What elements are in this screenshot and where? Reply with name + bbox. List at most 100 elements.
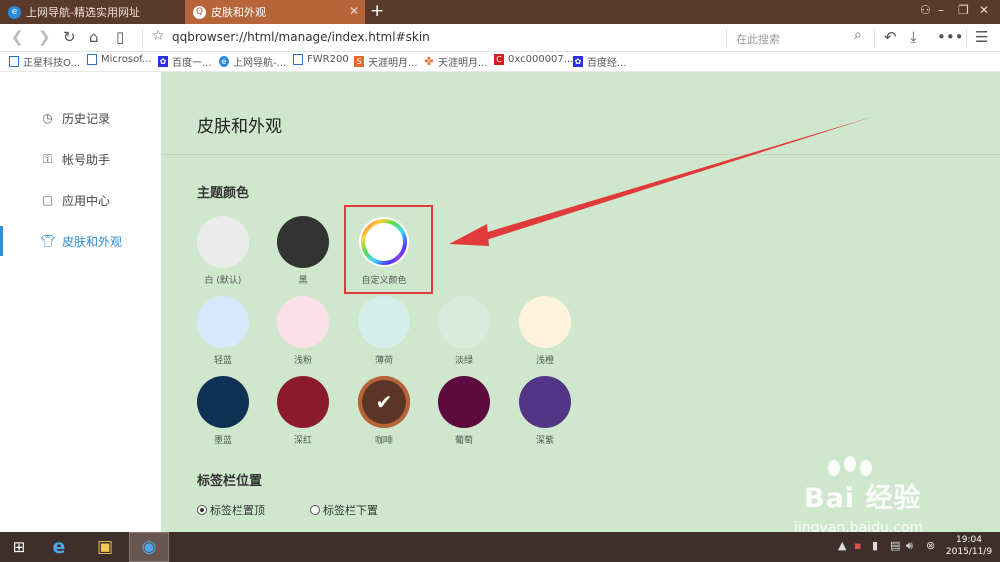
volume-icon[interactable]: 🔊︎: [906, 539, 913, 553]
home-icon[interactable]: ⌂: [89, 28, 99, 46]
sidebar: ◷ 历史记录 ⚿ 帐号助手 ▢ 应用中心 👕︎ 皮肤和外观: [0, 72, 161, 532]
e-browser-icon: e: [219, 56, 229, 67]
color-label: 淡绿: [454, 356, 473, 366]
color-label: 深红: [293, 436, 312, 446]
color-label: 轻蓝: [213, 356, 232, 366]
radio-label: 标签栏下置: [323, 504, 378, 517]
divider: [966, 28, 967, 48]
color-swatch: [277, 216, 329, 268]
new-tab-button[interactable]: +: [370, 1, 384, 21]
theme-color-heading: 主题颜色: [197, 186, 250, 201]
date: 2015/11/9: [945, 547, 993, 557]
radio-tab-top[interactable]: 标签栏置顶: [197, 502, 265, 518]
radio-tab-bottom[interactable]: 标签栏下置: [310, 502, 378, 518]
time: 19:04: [956, 535, 982, 545]
color-swatch: [519, 376, 571, 428]
qq-browser-taskbar-icon[interactable]: ◉: [137, 535, 161, 559]
qq-browser-icon: Q: [193, 5, 206, 19]
ie-icon[interactable]: e: [47, 535, 71, 559]
close-window-icon[interactable]: ✕: [979, 3, 989, 17]
tray-device-icon[interactable]: ▮: [872, 539, 878, 552]
divider: [726, 28, 727, 48]
radio-checked-icon: [197, 505, 207, 515]
back-icon[interactable]: ❮: [11, 28, 24, 46]
main-content: 皮肤和外观 主题颜色 白 (默认) 黑 自定义颜色 轻蓝 浅粉 薄荷 淡绿 浅橙…: [161, 72, 1000, 532]
bookmark-item[interactable]: FWR200: [293, 54, 349, 65]
folder-icon[interactable]: ▣: [93, 535, 117, 559]
forward-icon[interactable]: ❯: [38, 28, 51, 46]
color-option-deep-purple[interactable]: 深紫: [505, 376, 585, 451]
color-option-light-pink[interactable]: 浅粉: [263, 296, 343, 371]
bookmark-item[interactable]: ✿ 百度一...: [158, 54, 212, 69]
color-option-light-blue[interactable]: 轻蓝: [183, 296, 263, 371]
color-label: 白 (默认): [204, 276, 242, 286]
clock[interactable]: 19:04 2015/11/9: [940, 534, 998, 558]
radio-label: 标签栏置顶: [210, 504, 265, 517]
color-swatch: [197, 376, 249, 428]
more-icon[interactable]: •••: [937, 28, 964, 46]
sidebar-item-label: 帐号助手: [62, 152, 111, 167]
taskbar: ⊞ e ▣ ◉ ▲ ▪ ▮ ▤ 🔊︎ ⊗ 19:04 2015/11/9: [0, 532, 1000, 562]
sidebar-item-history[interactable]: ◷ 历史记录: [0, 103, 161, 133]
active-indicator: [0, 226, 3, 256]
bookmark-item[interactable]: e 上网导航-...: [219, 54, 286, 69]
color-label: 薄荷: [374, 356, 393, 366]
baidu-paw-icon: ✿: [158, 56, 168, 67]
color-option-grape[interactable]: 葡萄: [424, 376, 504, 451]
address-bar: ❮ ❯ ↻ ⌂ ▯ ☆ qqbrowser://html/manage/inde…: [0, 24, 1000, 52]
color-swatch: [197, 216, 249, 268]
tab-navigation[interactable]: e 上网导航-精选实用网址: [0, 0, 182, 24]
color-option-mint[interactable]: 薄荷: [344, 296, 424, 371]
url-input[interactable]: qqbrowser://html/manage/index.html#skin: [172, 30, 430, 44]
sidebar-item-label: 皮肤和外观: [62, 234, 123, 249]
color-swatch: [277, 376, 329, 428]
notification-icon[interactable]: ⊗: [926, 539, 935, 552]
tab-position-heading: 标签栏位置: [197, 474, 263, 489]
star-icon[interactable]: ☆: [152, 28, 165, 44]
color-label: 葡萄: [454, 436, 473, 446]
key-icon: ⚿: [42, 151, 53, 166]
color-option-coffee[interactable]: ✔ 咖啡: [344, 376, 424, 451]
network-icon[interactable]: ▤: [890, 539, 900, 552]
refresh-icon[interactable]: ↻: [63, 28, 76, 46]
minimize-icon[interactable]: –: [938, 3, 944, 17]
bookmark-item[interactable]: C 0xc000007...: [494, 54, 573, 65]
windows-start-icon[interactable]: ⊞: [7, 535, 31, 559]
checkmark-icon: ✔: [375, 390, 393, 414]
color-label: 咖啡: [374, 436, 393, 446]
tray-app-icon[interactable]: ▪: [854, 539, 861, 552]
undo-icon[interactable]: ↶: [884, 28, 897, 46]
tray-expand-icon[interactable]: ▲: [838, 539, 846, 552]
search-input[interactable]: 在此搜索: [736, 31, 780, 47]
color-option-dark-red[interactable]: 深红: [263, 376, 343, 451]
bookmark-item[interactable]: S 天涯明月...: [354, 54, 418, 69]
tab-bar: e 上网导航-精选实用网址 Q 皮肤和外观 ✕ + ⚇ – ❐ ✕: [0, 0, 1000, 24]
sidebar-item-apps[interactable]: ▢ 应用中心: [0, 185, 161, 215]
shirt-icon: 👕︎: [40, 234, 56, 248]
color-option-pale-green[interactable]: 淡绿: [424, 296, 504, 371]
restore-icon[interactable]: ❐: [958, 3, 969, 17]
divider: [874, 28, 875, 48]
divider: [142, 28, 143, 48]
clock-icon: ◷: [42, 111, 53, 125]
bookmark-item[interactable]: 正星科技O...: [9, 54, 80, 69]
bookmark-item[interactable]: ✤ 天涯明月...: [424, 54, 487, 69]
arrow-annotation: [449, 116, 875, 246]
reader-icon[interactable]: ▯: [116, 28, 124, 46]
sidebar-item-account[interactable]: ⚿ 帐号助手: [0, 144, 161, 174]
user-icon[interactable]: ⚇: [920, 3, 931, 17]
color-option-light-orange[interactable]: 浅橙: [505, 296, 585, 371]
search-icon[interactable]: ⌕: [854, 27, 862, 43]
menu-icon[interactable]: ☰: [975, 28, 988, 46]
sidebar-item-skin[interactable]: 👕︎ 皮肤和外观: [0, 226, 161, 256]
color-swatch: [358, 296, 410, 348]
color-option-white[interactable]: 白 (默认): [183, 216, 263, 291]
color-option-black[interactable]: 黑: [263, 216, 343, 291]
color-option-navy[interactable]: 墨蓝: [183, 376, 263, 451]
bookmark-item[interactable]: Microsof...: [87, 54, 152, 65]
baidu-paw-icon: ✿: [573, 56, 583, 67]
close-icon[interactable]: ✕: [349, 4, 359, 18]
download-icon[interactable]: ⤓: [910, 28, 917, 46]
bookmark-item[interactable]: ✿ 百度经...: [573, 54, 627, 69]
tab-skin[interactable]: Q 皮肤和外观 ✕: [185, 0, 365, 24]
